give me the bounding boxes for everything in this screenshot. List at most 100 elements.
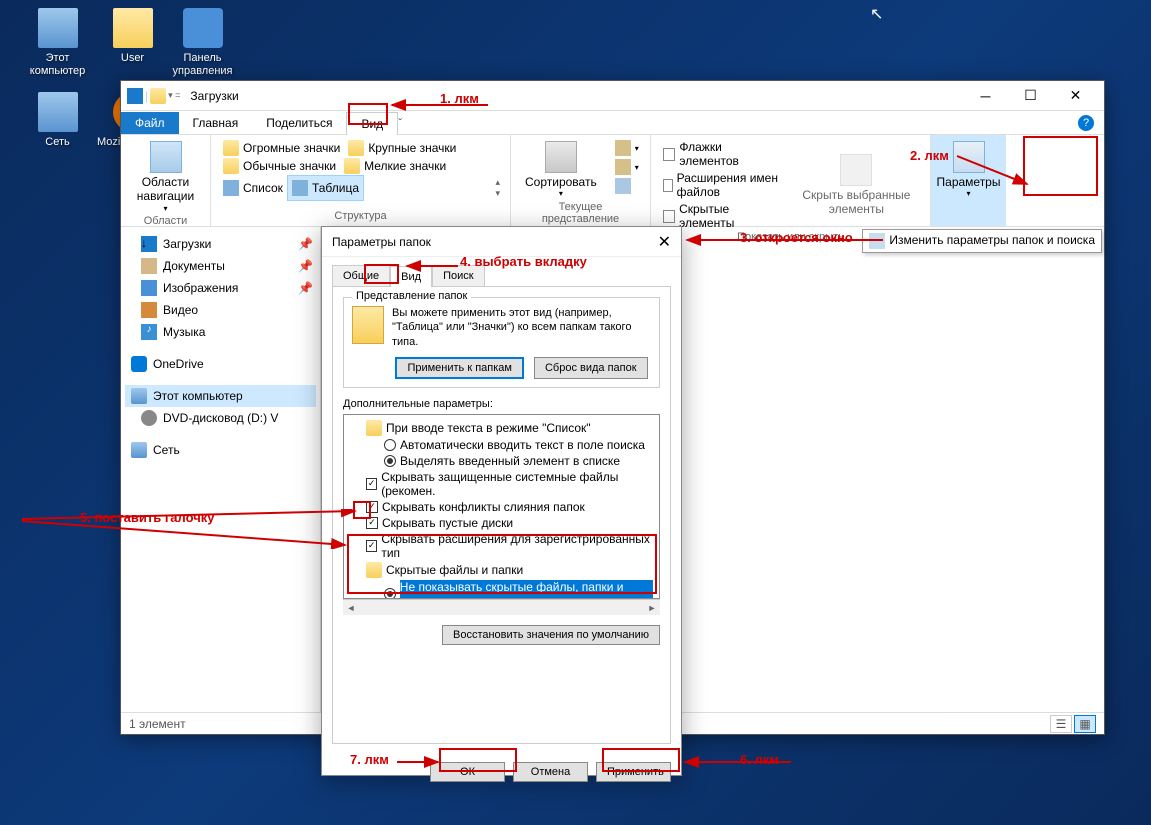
radio-icon	[384, 439, 396, 451]
size-columns-button[interactable]	[611, 177, 643, 195]
size-icon	[615, 178, 631, 194]
horizontal-scrollbar[interactable]: ◄ ►	[343, 599, 660, 615]
add-columns-button[interactable]: ▾	[611, 158, 643, 176]
window-title: Загрузки	[190, 89, 238, 103]
onedrive-icon	[131, 356, 147, 372]
layout-small[interactable]: Мелкие значки	[340, 157, 450, 175]
adv-hide-system[interactable]: Скрывать защищенные системные файлы (рек…	[348, 469, 655, 499]
tree-this-pc[interactable]: Этот компьютер	[125, 385, 316, 407]
group-by-button[interactable]: ▾	[611, 139, 643, 157]
maximize-button[interactable]: ☐	[1008, 82, 1053, 110]
folder-options-dialog: Параметры папок ✕ Общие Вид Поиск Предст…	[321, 226, 682, 776]
close-button[interactable]: ✕	[1053, 82, 1098, 110]
dvd-icon	[141, 410, 157, 426]
options-tooltip: Изменить параметры папок и поиска	[862, 229, 1102, 253]
tab-home[interactable]: Главная	[179, 112, 253, 134]
adv-hide-empty[interactable]: Скрывать пустые диски	[348, 515, 655, 531]
layout-more-icon[interactable]: ▴▾	[493, 175, 502, 201]
pc-icon	[131, 388, 147, 404]
view-icons-button[interactable]: ▦	[1074, 715, 1096, 733]
dropdown-arrow-icon[interactable]: ▾ =	[168, 90, 180, 101]
cancel-button[interactable]: Отмена	[513, 762, 588, 782]
hide-icon	[840, 154, 872, 186]
tab-share[interactable]: Поделиться	[252, 112, 346, 134]
dialog-tab-general[interactable]: Общие	[332, 265, 390, 286]
adv-hide-ext[interactable]: Скрывать расширения для зарегистрированн…	[348, 531, 655, 561]
tree-downloads[interactable]: ↓Загрузки📌	[125, 233, 316, 255]
mouse-cursor: ↖	[870, 4, 883, 24]
tree-network[interactable]: Сеть	[125, 439, 316, 461]
pc-icon	[38, 8, 78, 48]
pin-icon: 📌	[298, 281, 310, 295]
minimize-button[interactable]: ─	[963, 82, 1008, 110]
scroll-left-icon[interactable]: ◄	[343, 600, 359, 615]
desktop-icon-control-panel[interactable]: Панель управления	[165, 8, 240, 78]
layout-huge[interactable]: Огромные значки	[219, 139, 344, 157]
adv-select-typed[interactable]: Выделять введенный элемент в списке	[348, 453, 655, 469]
ok-button[interactable]: ОК	[430, 762, 505, 782]
help-icon[interactable]: ?	[1078, 115, 1094, 131]
radio-checked-icon	[384, 588, 396, 599]
columns-icon	[615, 159, 631, 175]
scroll-right-icon[interactable]: ►	[644, 600, 660, 615]
down-arrow-icon[interactable]	[127, 88, 143, 104]
checkbox-icon	[663, 210, 675, 223]
tree-pictures[interactable]: Изображения📌	[125, 277, 316, 299]
desktop-icon-this-pc[interactable]: Этот компьютер	[20, 8, 95, 78]
hide-selected-button[interactable]: Скрыть выбранные элементы	[791, 139, 922, 231]
reset-folders-button[interactable]: Сброс вида папок	[534, 357, 648, 379]
adv-dont-show-hidden[interactable]: Не показывать скрытые файлы, папки и дис…	[348, 579, 655, 599]
folder-icon	[366, 420, 382, 436]
desktop-icon-network[interactable]: Сеть	[20, 92, 95, 149]
dialog-tab-search[interactable]: Поиск	[432, 265, 484, 286]
pin-icon: 📌	[298, 237, 310, 251]
show-extensions[interactable]: Расширения имен файлов	[659, 170, 783, 200]
checkbox-checked-icon	[366, 517, 378, 529]
navigation-pane-icon	[150, 141, 182, 173]
view-details-button[interactable]: ☰	[1050, 715, 1072, 733]
tab-view[interactable]: Вид	[346, 112, 398, 136]
layout-large[interactable]: Крупные значки	[344, 139, 460, 157]
tree-dvd[interactable]: DVD-дисковод (D:) V	[125, 407, 316, 429]
apply-button[interactable]: Применить	[596, 762, 671, 782]
tree-video[interactable]: Видео	[125, 299, 316, 321]
restore-defaults-button[interactable]: Восстановить значения по умолчанию	[442, 625, 660, 645]
layout-table[interactable]: Таблица	[287, 175, 364, 201]
item-count: 1 элемент	[129, 717, 186, 731]
navigation-pane-button[interactable]: Области навигации ▾	[129, 139, 202, 215]
checkbox-checked-icon	[366, 540, 377, 552]
layout-list[interactable]: Список	[219, 175, 287, 201]
options-button[interactable]: Параметры ▾	[939, 139, 998, 201]
options-icon	[953, 141, 985, 173]
adv-hidden-folder: Скрытые файлы и папки	[348, 561, 655, 579]
checkbox-icon	[663, 148, 675, 161]
layout-icon	[344, 158, 360, 174]
tree-documents[interactable]: Документы📌	[125, 255, 316, 277]
tab-file[interactable]: Файл	[121, 112, 179, 134]
advanced-settings-list[interactable]: При вводе текста в режиме "Список" Автом…	[343, 414, 660, 599]
dialog-tab-view[interactable]: Вид	[390, 266, 432, 287]
layout-normal[interactable]: Обычные значки	[219, 157, 340, 175]
folderview-legend: Представление папок	[352, 290, 471, 302]
adv-typing-folder: При вводе текста в режиме "Список"	[348, 419, 655, 437]
adv-auto-type[interactable]: Автоматически вводить текст в поле поиск…	[348, 437, 655, 453]
apply-to-folders-button[interactable]: Применить к папкам	[395, 357, 524, 379]
menubar: Файл Главная Поделиться Вид ˇ ?	[121, 111, 1104, 135]
sort-button[interactable]: Сортировать ▾	[519, 139, 603, 201]
show-checkboxes[interactable]: Флажки элементов	[659, 139, 783, 169]
separator: |	[145, 89, 148, 103]
pictures-icon	[141, 280, 157, 296]
radio-checked-icon	[384, 455, 396, 467]
titlebar: | ▾ = Загрузки ─ ☐ ✕	[121, 81, 1104, 111]
downloads-icon: ↓	[141, 236, 157, 252]
tree-music[interactable]: ♪Музыка	[125, 321, 316, 343]
advanced-label: Дополнительные параметры:	[343, 398, 660, 410]
adv-hide-merge[interactable]: Скрывать конфликты слияния папок	[348, 499, 655, 515]
checkbox-checked-icon	[366, 501, 378, 513]
desktop-icon-user[interactable]: User	[95, 8, 170, 65]
dialog-close-button[interactable]: ✕	[658, 232, 671, 252]
tree-onedrive[interactable]: OneDrive	[125, 353, 316, 375]
ribbon-expand-icon[interactable]: ˇ	[398, 116, 402, 130]
network-icon	[38, 92, 78, 132]
navigation-tree[interactable]: ↓Загрузки📌 Документы📌 Изображения📌 Видео…	[121, 227, 321, 712]
